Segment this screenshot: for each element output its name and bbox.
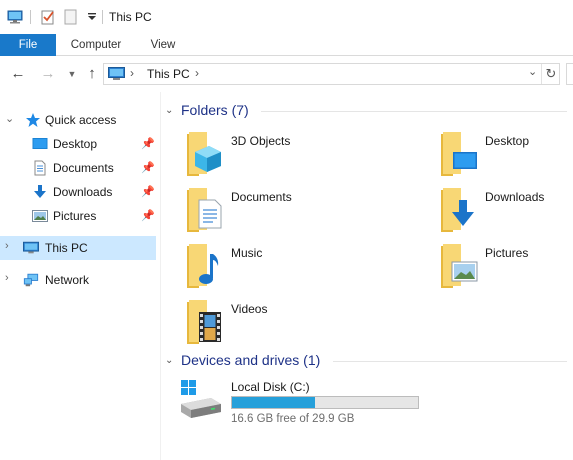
sidebar-item-documents[interactable]: Documents 📌 [0, 156, 156, 180]
pin-icon[interactable]: 📌 [141, 209, 155, 222]
new-folder-icon[interactable] [63, 9, 79, 25]
group-header-folders[interactable]: ⌄ Folders (7) [165, 102, 565, 122]
tab-view[interactable]: View [138, 34, 188, 56]
sidebar-item-label: This PC [45, 241, 88, 255]
group-title: Devices and drives (1) [181, 352, 321, 368]
chevron-down-icon[interactable]: ⌄ [5, 112, 14, 125]
separator [102, 10, 103, 24]
up-arrow-icon[interactable]: ↑ [82, 64, 102, 84]
this-pc-icon [108, 67, 125, 80]
videos-folder-icon [187, 300, 221, 344]
folder-desktop[interactable]: Desktop [439, 130, 573, 180]
ribbon-tabs: File Computer View [0, 34, 573, 56]
network-icon [23, 273, 39, 287]
separator [30, 10, 31, 24]
drive-usage-fill [232, 397, 315, 408]
this-pc-icon [23, 241, 39, 254]
chevron-right-icon[interactable]: › [5, 240, 9, 252]
3d-objects-icon [187, 132, 221, 176]
breadcrumb-this-pc[interactable]: This PC [147, 67, 190, 81]
sidebar-item-quick-access[interactable]: ⌄ Quick access [0, 108, 156, 132]
pin-icon[interactable]: 📌 [141, 161, 155, 174]
pictures-folder-icon [441, 244, 478, 288]
group-header-devices[interactable]: ⌄ Devices and drives (1) [165, 352, 565, 372]
folder-documents[interactable]: Documents [185, 186, 435, 236]
chevron-right-icon[interactable]: › [5, 272, 9, 284]
sidebar-item-label: Downloads [53, 185, 113, 199]
window-title: This PC [109, 10, 152, 24]
drive-usage-bar [231, 396, 419, 409]
hard-drive-icon [181, 380, 221, 418]
computer-icon[interactable] [7, 9, 23, 25]
sidebar-item-downloads[interactable]: Downloads 📌 [0, 180, 156, 204]
recent-locations-chevron-icon[interactable]: ▼ [62, 64, 82, 84]
sidebar-item-label: Network [45, 273, 90, 287]
title-bar: This PC [0, 0, 573, 34]
address-bar[interactable]: › This PC › ⌄ ↻ [103, 63, 560, 85]
folder-label: Downloads [485, 190, 545, 204]
desktop-folder-icon [441, 132, 477, 176]
music-folder-icon [187, 244, 219, 288]
drive-free-space: 16.6 GB free of 29.9 GB [231, 413, 355, 425]
address-dropdown-icon[interactable]: ⌄ [528, 65, 537, 78]
chevron-down-icon[interactable]: ⌄ [165, 105, 173, 116]
folder-3d-objects[interactable]: 3D Objects [185, 130, 435, 180]
chevron-down-icon[interactable]: ⌄ [165, 355, 173, 366]
documents-folder-icon [187, 188, 222, 232]
downloads-folder-icon [441, 188, 474, 232]
folder-label: Videos [231, 302, 268, 316]
navigation-pane: ⌄ Quick access Desktop 📌 Documents 📌 Dow… [0, 98, 160, 460]
folder-label: Documents [231, 190, 292, 204]
search-box[interactable] [566, 63, 573, 85]
sidebar-item-pictures[interactable]: Pictures 📌 [0, 204, 156, 228]
folder-label: 3D Objects [231, 134, 291, 148]
properties-icon[interactable] [40, 9, 56, 25]
sidebar-item-label: Quick access [45, 113, 117, 127]
tab-computer[interactable]: Computer [60, 34, 132, 56]
customize-quick-access-icon[interactable] [84, 9, 100, 25]
pictures-icon [32, 210, 48, 222]
pin-icon[interactable]: 📌 [141, 137, 155, 150]
drive-local-disk-c[interactable]: Local Disk (C:) 16.6 GB free of 29.9 GB [177, 376, 437, 426]
desktop-icon [32, 138, 48, 149]
navigation-bar: ← → ▼ ↑ › This PC › ⌄ ↻ [0, 56, 573, 92]
group-title: Folders (7) [181, 102, 249, 118]
sidebar-item-this-pc[interactable]: › This PC [0, 236, 156, 260]
content-pane: ⌄ Folders (7) 3D Objects Desktop Documen… [161, 92, 573, 460]
folder-label: Desktop [485, 134, 530, 148]
sidebar-item-label: Documents [53, 161, 114, 175]
back-arrow-icon[interactable]: ← [8, 64, 28, 84]
sidebar-item-label: Desktop [53, 137, 98, 151]
folder-pictures[interactable]: Pictures [439, 242, 573, 292]
folder-videos[interactable]: Videos [185, 298, 435, 348]
group-divider [333, 361, 567, 362]
documents-icon [34, 160, 46, 176]
sidebar-item-desktop[interactable]: Desktop 📌 [0, 132, 156, 156]
breadcrumb-chevron-icon[interactable]: › [130, 66, 134, 80]
forward-arrow-icon[interactable]: → [38, 64, 58, 84]
refresh-icon[interactable]: ↻ [541, 64, 560, 84]
folder-downloads[interactable]: Downloads [439, 186, 573, 236]
folder-label: Music [231, 246, 263, 260]
pin-icon[interactable]: 📌 [141, 185, 155, 198]
tab-file[interactable]: File [0, 34, 56, 56]
folder-label: Pictures [485, 246, 529, 260]
sidebar-item-label: Pictures [53, 209, 97, 223]
sidebar-item-network[interactable]: › Network [0, 268, 156, 292]
star-icon [26, 113, 40, 127]
group-divider [261, 111, 567, 112]
drive-name: Local Disk (C:) [231, 380, 310, 394]
downloads-icon [34, 185, 46, 198]
breadcrumb-chevron-icon[interactable]: › [195, 66, 199, 80]
folder-music[interactable]: Music [185, 242, 435, 292]
